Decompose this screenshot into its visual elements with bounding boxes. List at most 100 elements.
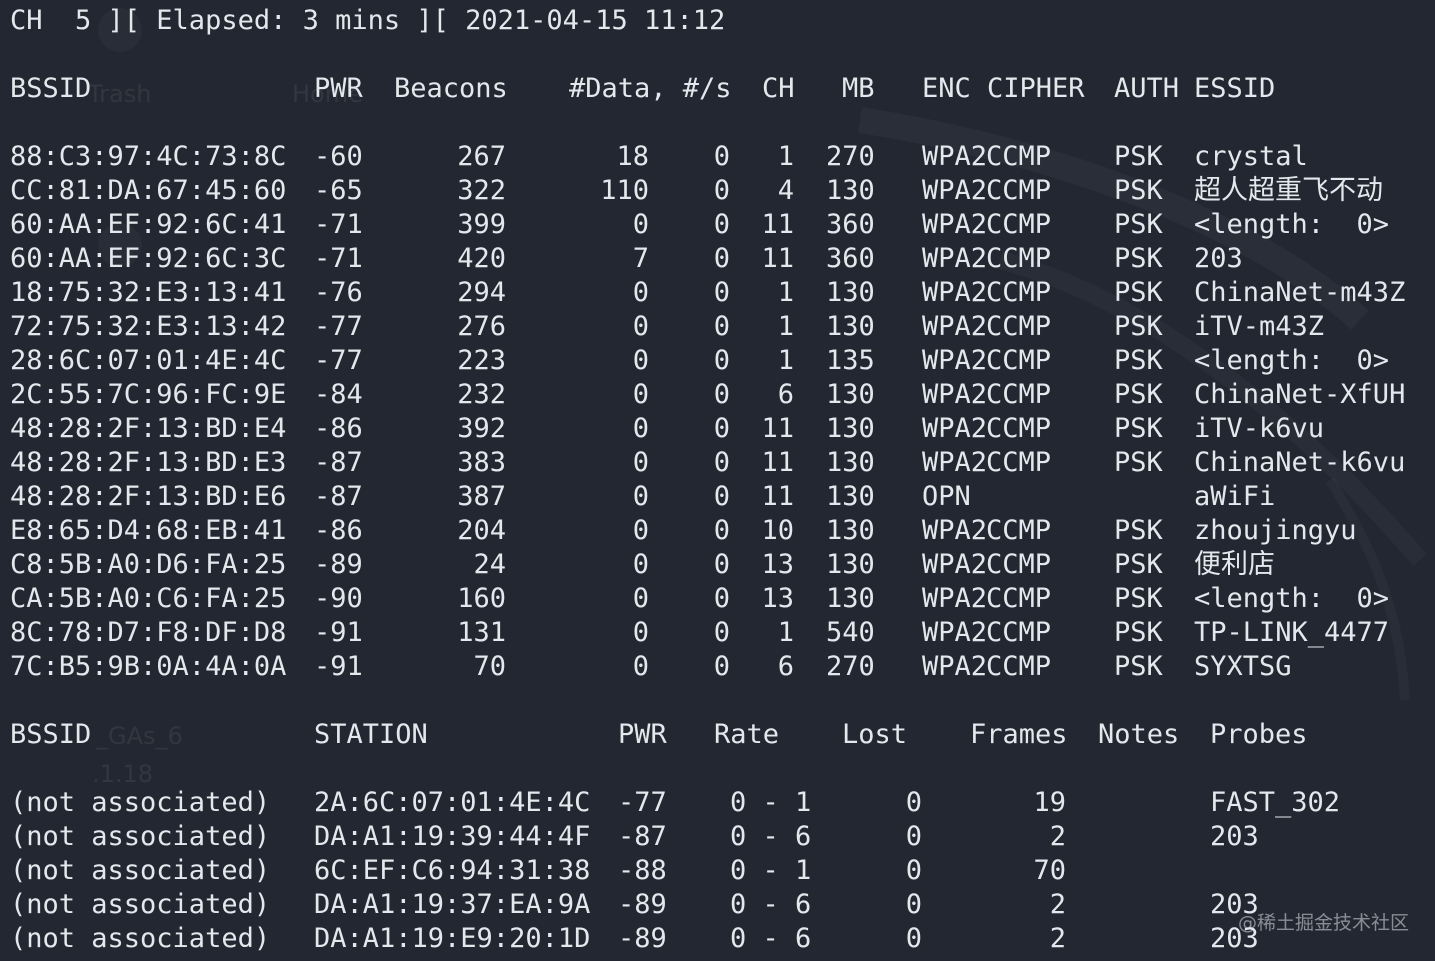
table-row: 7C:B5:9B:0A:4A:0A -91 70 0 0 6 270 WPA2 CCMP PSK S… — [0, 650, 1435, 684]
station-header-probes: Probes — [1210, 719, 1308, 750]
ap-data: 0 — [632, 413, 649, 444]
ap-auth: PSK — [1114, 175, 1163, 206]
station-pwr: -77 — [618, 787, 667, 818]
ap-beacons: 383 — [457, 447, 506, 478]
ap-data: 0 — [632, 583, 649, 614]
ap-data: 0 — [632, 651, 649, 682]
ap-data: 0 — [632, 481, 649, 512]
table-row: 2C:55:7C:96:FC:9E -84 232 0 0 6 130 WPA2 CCMP PSK… — [0, 378, 1435, 412]
ap-mb: 540 — [826, 617, 875, 648]
terminal-window[interactable]: CH 5 ][ Elapsed: 3 mins ][ 2021-04-15 11… — [0, 0, 1435, 961]
ap-ch: 6 — [777, 379, 794, 410]
ap-cipher: CCMP — [986, 583, 1052, 614]
ap-auth: PSK — [1114, 617, 1163, 648]
header-ch: CH — [762, 73, 795, 104]
ap-rate: 0 — [713, 549, 730, 580]
ap-mb: 130 — [826, 481, 875, 512]
ap-cipher: CCMP — [986, 617, 1052, 648]
table-row: 88:C3:97:4C:73:8C -60 267 18 0 1 270 WPA2 CCMP PS… — [0, 140, 1435, 174]
ap-beacons: 204 — [457, 515, 506, 546]
ap-auth: PSK — [1114, 651, 1163, 682]
table-row: 8C:78:D7:F8:DF:D8 -91 131 0 0 1 540 WPA2 CCMP PSK… — [0, 616, 1435, 650]
ap-pwr: -71 — [314, 243, 363, 274]
ap-mb: 130 — [826, 311, 875, 342]
station-rate: 0 - 6 — [730, 889, 812, 920]
ap-bssid: 88:C3:97:4C:73:8C — [10, 141, 287, 172]
table-row: 60:AA:EF:92:6C:41 -71 399 0 0 11 360 WPA2 CCMP PS… — [0, 208, 1435, 242]
ap-data: 0 — [632, 617, 649, 648]
ap-essid: <length: 0> — [1194, 209, 1390, 240]
table-row: C8:5B:A0:D6:FA:25 -89 24 0 0 13 130 WPA2 CCMP PSK… — [0, 548, 1435, 582]
ap-enc: WPA2 — [922, 515, 988, 546]
ap-auth: PSK — [1114, 243, 1163, 274]
ap-ch: 1 — [777, 141, 794, 172]
ap-mb: 360 — [826, 243, 875, 274]
ap-ch: 11 — [761, 209, 794, 240]
station-mac: 2A:6C:07:01:4E:4C — [314, 787, 591, 818]
station-table-header: BSSID STATION PWR Rate Lost Frames Notes… — [0, 718, 1435, 752]
ap-mb: 130 — [826, 379, 875, 410]
ap-bssid: 7C:B5:9B:0A:4A:0A — [10, 651, 287, 682]
ap-essid: ChinaNet-k6vu — [1194, 447, 1406, 478]
ap-pwr: -71 — [314, 209, 363, 240]
ap-essid: TP-LINK_4477 — [1194, 617, 1390, 648]
station-lost: 0 — [905, 821, 922, 852]
ap-bssid: 60:AA:EF:92:6C:41 — [10, 209, 287, 240]
ap-rate: 0 — [713, 447, 730, 478]
ap-ch: 11 — [761, 243, 794, 274]
ap-auth: PSK — [1114, 379, 1163, 410]
station-mac: DA:A1:19:39:44:4F — [314, 821, 591, 852]
ap-beacons: 420 — [457, 243, 506, 274]
ap-bssid: CC:81:DA:67:45:60 — [10, 175, 287, 206]
status-line: CH 5 ][ Elapsed: 3 mins ][ 2021-04-15 11… — [0, 4, 1435, 38]
ap-pwr: -87 — [314, 447, 363, 478]
ap-mb: 360 — [826, 209, 875, 240]
station-lost: 0 — [905, 889, 922, 920]
ap-bssid: 28:6C:07:01:4E:4C — [10, 345, 287, 376]
station-pwr: -89 — [618, 923, 667, 954]
station-header-bssid: BSSID — [10, 719, 92, 750]
ap-data: 0 — [632, 447, 649, 478]
status-text: CH 5 ][ Elapsed: 3 mins ][ 2021-04-15 11… — [10, 5, 726, 36]
ap-essid: iTV-k6vu — [1194, 413, 1325, 444]
table-row: 18:75:32:E3:13:41 -76 294 0 0 1 130 WPA2 CCMP PSK… — [0, 276, 1435, 310]
ap-essid: <length: 0> — [1194, 583, 1390, 614]
table-row: 48:28:2F:13:BD:E4 -86 392 0 0 11 130 WPA2 CCMP PS… — [0, 412, 1435, 446]
station-probes: 203 — [1210, 821, 1259, 852]
table-row: (not associated) DA:A1:19:37:EA:9A -89 0 - … — [0, 888, 1435, 922]
ap-beacons: 267 — [457, 141, 506, 172]
ap-rate: 0 — [713, 413, 730, 444]
station-bssid: (not associated) — [10, 821, 271, 852]
ap-essid: 超人超重飞不动 — [1194, 175, 1383, 206]
table-row: 28:6C:07:01:4E:4C -77 223 0 0 1 135 WPA2 CCMP PSK… — [0, 344, 1435, 378]
ap-enc: WPA2 — [922, 379, 988, 410]
ap-data: 0 — [632, 345, 649, 376]
ap-data: 0 — [632, 379, 649, 410]
ap-ch: 10 — [761, 515, 794, 546]
ap-data: 0 — [632, 515, 649, 546]
ap-cipher: CCMP — [986, 311, 1052, 342]
ap-beacons: 223 — [457, 345, 506, 376]
station-header-rate: Rate — [714, 719, 780, 750]
station-mac: DA:A1:19:E9:20:1D — [314, 923, 591, 954]
ap-auth: PSK — [1114, 447, 1163, 478]
ap-mb: 130 — [826, 413, 875, 444]
header-data: #Data, #/s — [569, 73, 732, 104]
station-rate: 0 - 6 — [730, 821, 812, 852]
ap-pwr: -84 — [314, 379, 363, 410]
ap-auth: PSK — [1114, 583, 1163, 614]
ap-pwr: -89 — [314, 549, 363, 580]
ap-bssid: 18:75:32:E3:13:41 — [10, 277, 287, 308]
ap-bssid: 48:28:2F:13:BD:E4 — [10, 413, 287, 444]
ap-rate: 0 — [713, 175, 730, 206]
header-enc-cipher: ENC CIPHER — [922, 73, 1085, 104]
ap-pwr: -77 — [314, 311, 363, 342]
ap-mb: 130 — [826, 175, 875, 206]
station-header-lost: Lost — [842, 719, 908, 750]
ap-ch: 11 — [761, 447, 794, 478]
header-mb: MB — [842, 73, 875, 104]
ap-essid: crystal — [1194, 141, 1308, 172]
ap-ch: 4 — [777, 175, 794, 206]
ap-data: 18 — [616, 141, 649, 172]
ap-bssid: 48:28:2F:13:BD:E3 — [10, 447, 287, 478]
